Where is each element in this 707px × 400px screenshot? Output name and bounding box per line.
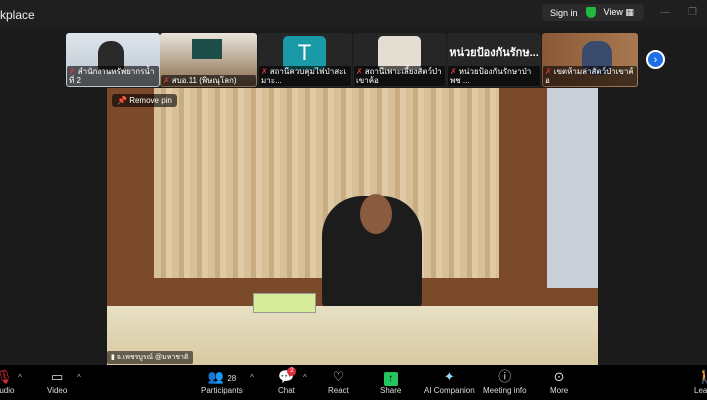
info-label: Meeting info	[483, 386, 527, 395]
participant-name: ✗ สถานีควบคุมไฟป่าสะเมาะ...	[259, 66, 351, 86]
name-plate	[253, 293, 316, 313]
heart-icon: ♡	[332, 369, 345, 384]
meeting-info-button[interactable]: ⓘ Meeting info	[483, 368, 527, 395]
shield-icon	[585, 7, 596, 18]
name-text: สถานีเพาะเลี้ยงสัตว์ป่าเขาค้อ	[356, 67, 442, 85]
mic-off-icon: ✗	[545, 67, 552, 76]
ai-companion-button[interactable]: ✦ AI Companion	[424, 368, 475, 395]
mic-off-icon: ✗	[450, 67, 457, 76]
sparkle-icon: ✦	[443, 369, 455, 384]
mic-off-icon: ✗	[163, 76, 170, 85]
audio-label: Audio	[0, 386, 15, 395]
remove-pin-button[interactable]: 📌 Remove pin	[112, 94, 177, 107]
leave-icon: 🚶	[696, 369, 707, 384]
pinned-video: 📌 Remove pin ▮ จ.เพชรบูรณ์ @มหาชาติ	[107, 88, 598, 365]
share-button[interactable]: ↑ Share	[380, 368, 401, 395]
participant-name: ✗ สถานีเพาะเลี้ยงสัตว์ป่าเขาค้อ	[354, 66, 445, 86]
info-icon: ⓘ	[498, 369, 512, 384]
participant-tile[interactable]: T ✗ สถานีควบคุมไฟป่าสะเมาะ...	[258, 33, 352, 87]
name-text: สำนักงานทรัพยากรน้ำที่ 2	[69, 67, 155, 85]
participant-name: ✗ สบอ.11 (พิษณุโลก)	[161, 75, 256, 86]
meeting-toolbar: 🎙 Audio ^ ▭ Video ^ 👥 28 Participants ^ 💬2 C…	[0, 365, 707, 400]
sign-in-button[interactable]: Sign in	[550, 8, 578, 18]
share-icon: ↑	[383, 368, 398, 386]
restore-button[interactable]: ❐	[688, 7, 697, 18]
chat-caret[interactable]: ^	[303, 373, 307, 382]
participant-name: ✗ หน่วยป้องกันรักษาป่า พช ...	[448, 66, 540, 86]
participants-label: Participants	[201, 386, 243, 395]
name-text: สบอ.11 (พิษณุโลก)	[171, 76, 237, 85]
speaker-head	[360, 194, 392, 234]
chat-badge: 2	[287, 367, 297, 376]
avatar	[378, 36, 421, 70]
title-bar: kplace Sign in View ▦ — ❐	[0, 0, 707, 27]
mic-muted-icon: 🎙	[0, 369, 13, 384]
participants-count: 28	[227, 374, 237, 383]
participant-tile[interactable]: หน่วยป้องกันรักษ... ✗ หน่วยป้องกันรักษาป่…	[447, 33, 541, 87]
participant-tile[interactable]: ✗ สถานีเพาะเลี้ยงสัตว์ป่าเขาค้อ	[353, 33, 446, 87]
participants-button[interactable]: 👥 28 Participants	[201, 368, 243, 395]
video-options-caret[interactable]: ^	[77, 373, 81, 382]
participants-icon: 👥 28	[207, 369, 237, 384]
audio-options-caret[interactable]: ^	[18, 373, 22, 382]
avatar: T	[283, 36, 326, 70]
mic-off-icon: ✗	[261, 67, 268, 76]
account-pill: Sign in View ▦	[542, 4, 644, 21]
view-label: View	[603, 7, 623, 17]
react-button[interactable]: ♡ React	[328, 368, 349, 395]
leave-label: Leave	[694, 386, 707, 395]
share-label: Share	[380, 386, 402, 395]
video-label: Video	[47, 386, 68, 395]
chat-label: Chat	[278, 386, 295, 395]
speaker-name-text: จ.เพชรบูรณ์ @มหาชาติ	[116, 354, 189, 361]
ai-label: AI Companion	[424, 386, 475, 395]
participant-tile[interactable]: ✗ เขตห้ามล่าสัตว์ป่าเขาค้อ	[542, 33, 638, 87]
audio-button[interactable]: 🎙 Audio	[0, 368, 14, 395]
remove-pin-label: Remove pin	[129, 96, 172, 105]
chat-icon: 💬 2	[278, 367, 297, 384]
participant-display-name: หน่วยป้องกันรักษ...	[449, 47, 539, 59]
chat-button[interactable]: 💬 2 Chat	[278, 367, 297, 395]
speaker-name: ▮ จ.เพชรบูรณ์ @มหาชาติ	[107, 351, 193, 364]
video-feed	[192, 39, 222, 59]
name-text: สถานีควบคุมไฟป่าสะเมาะ...	[261, 67, 347, 85]
video-button[interactable]: ▭ Video	[47, 368, 67, 395]
more-icon: ⊙	[553, 369, 565, 384]
participants-caret[interactable]: ^	[250, 373, 254, 382]
name-text: เขตห้ามล่าสัตว์ป่าเขาค้อ	[545, 67, 634, 85]
react-label: React	[328, 386, 349, 395]
view-button[interactable]: View ▦	[604, 7, 634, 18]
participant-name: ✗ สำนักงานทรัพยากรน้ำที่ 2	[67, 66, 159, 86]
participant-name: ✗ เขตห้ามล่าสัตว์ป่าเขาค้อ	[543, 66, 637, 86]
more-button[interactable]: ⊙ More	[550, 368, 568, 395]
wall-background	[547, 88, 598, 288]
minimize-button[interactable]: —	[660, 7, 670, 18]
participant-tile[interactable]: ✗ สำนักงานทรัพยากรน้ำที่ 2	[66, 33, 160, 87]
participant-tile[interactable]: ✗ สบอ.11 (พิษณุโลก)	[160, 33, 257, 87]
mic-off-icon: ✗	[356, 67, 363, 76]
name-text: หน่วยป้องกันรักษาป่า พช ...	[450, 67, 532, 85]
camera-icon: ▭	[51, 369, 64, 384]
leave-button[interactable]: 🚶 Leave	[694, 368, 707, 395]
more-label: More	[550, 386, 569, 395]
mic-off-icon: ✗	[69, 67, 76, 76]
window-title: kplace	[0, 8, 35, 22]
next-page-button[interactable]: ›	[646, 50, 665, 69]
